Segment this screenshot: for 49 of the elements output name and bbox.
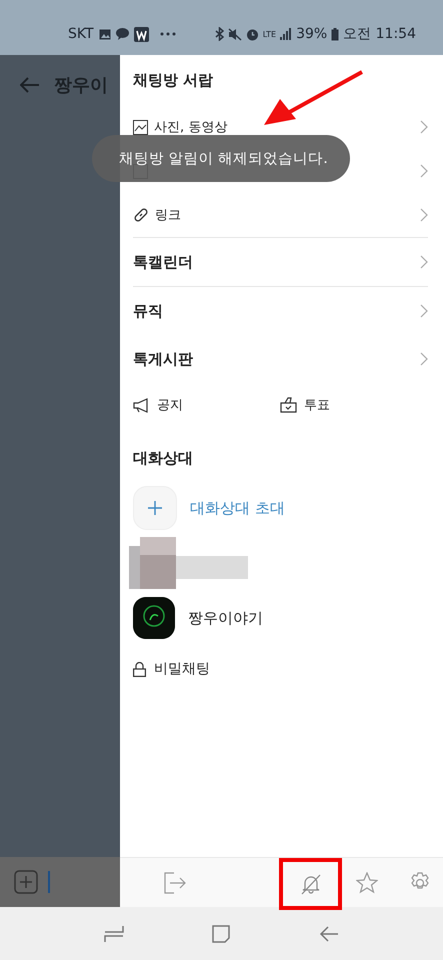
back-arrow-icon[interactable] xyxy=(20,77,40,93)
drawer-title: 채팅방 서랍 xyxy=(133,70,214,90)
clock-label: 오전 11:54 xyxy=(343,25,416,43)
chat-title: 짱우이 xyxy=(54,74,108,97)
alarm-icon xyxy=(246,28,259,40)
chevron-icon xyxy=(420,352,428,366)
drawer-section[interactable]: 톡캘린더 xyxy=(133,238,428,287)
mute-icon xyxy=(228,28,242,40)
plus-icon xyxy=(148,501,162,515)
chevron-icon xyxy=(420,120,428,134)
battery-icon xyxy=(331,28,340,40)
lock-icon xyxy=(133,662,146,676)
signal-icon xyxy=(280,28,292,40)
image-icon xyxy=(133,120,148,134)
exit-icon[interactable] xyxy=(164,872,186,894)
drawer-section[interactable]: 뮤직 xyxy=(133,287,428,335)
drawer-item[interactable]: 링크 xyxy=(133,193,428,237)
shortcut-item[interactable]: 투표 xyxy=(280,396,427,414)
shortcut-item[interactable]: 공지 xyxy=(133,396,280,414)
add-icon[interactable] xyxy=(14,870,38,894)
battery-percent: 39% xyxy=(296,26,328,42)
chevron-icon xyxy=(420,208,428,222)
ballot-box-icon xyxy=(280,397,297,413)
drawer-section[interactable]: 톡게시판 xyxy=(133,335,428,383)
star-icon[interactable] xyxy=(356,872,378,894)
back-icon[interactable] xyxy=(318,924,339,942)
megaphone-icon xyxy=(133,398,150,412)
image-icon xyxy=(98,28,111,40)
network-label: LTE xyxy=(262,30,276,38)
chat-bubble-icon xyxy=(116,28,129,40)
section-title: 대화상대 xyxy=(133,448,194,468)
app-icon xyxy=(134,26,149,42)
invite-label[interactable]: 대화상대 초대 xyxy=(190,498,285,518)
member-name: 짱우이야기 xyxy=(188,608,263,628)
bluetooth-icon xyxy=(214,27,224,41)
recent-apps-icon[interactable] xyxy=(104,924,124,942)
chevron-icon xyxy=(420,164,428,178)
alert-toast: 채팅방 알림이 해제되었습니다. xyxy=(92,135,350,182)
secret-chat-item[interactable]: 비밀채팅 xyxy=(133,643,428,695)
invite-button[interactable] xyxy=(133,486,177,530)
text-cursor xyxy=(48,871,50,893)
member-row[interactable]: 짱우이야기 xyxy=(133,593,428,643)
home-icon[interactable] xyxy=(212,924,230,942)
link-icon xyxy=(133,207,149,223)
carrier-label: SKT xyxy=(68,26,94,42)
more-icon xyxy=(160,32,176,36)
chevron-icon xyxy=(420,255,428,269)
chevron-icon xyxy=(420,304,428,318)
avatar-icon xyxy=(133,597,175,639)
